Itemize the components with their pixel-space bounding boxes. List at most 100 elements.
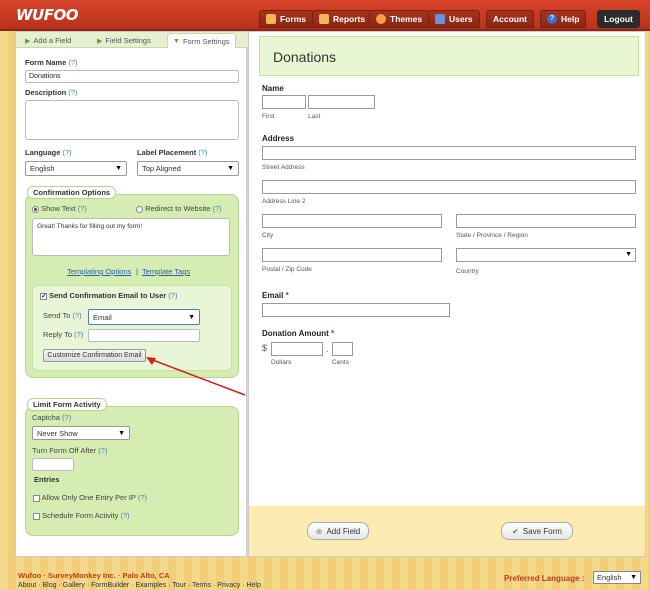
address-label: Address [262,134,295,143]
add-field-button[interactable]: ⊕ Add Field [307,522,369,540]
send-to-label: Send To (?) [43,311,82,320]
footer-company: Wufoo · SurveyMonkey Inc. · Palo Alto, C… [18,571,170,580]
tab-add-field-label: Add a Field [33,36,72,45]
street-address-label: Street Address [262,164,305,171]
play-icon: ▶ [25,37,31,45]
template-tags-link[interactable]: Template Tags [142,267,190,276]
forms-icon [266,14,276,24]
form-header: Donations [259,36,639,76]
description-textarea[interactable] [25,100,239,140]
country-label: Country [456,268,479,275]
confirmation-message-textarea[interactable]: Great! Thanks for filling out my form! [32,218,230,256]
address-line2-label: Address Line 2 [262,198,306,205]
tab-add-field[interactable]: ▶ Add a Field [20,33,76,48]
first-name-input[interactable] [262,95,306,109]
country-select[interactable]: ▼ [456,248,636,262]
dollars-input[interactable] [271,342,323,356]
nav-forms-label: Forms [280,14,306,24]
name-label: Name [262,84,284,93]
nav-account[interactable]: Account [486,10,534,28]
cents-input[interactable] [332,342,353,356]
form-settings-panel: ▶ Add a Field ▶ Field Settings ▼ Form Se… [15,31,248,557]
decimal-point: . [326,344,329,354]
form-title: Donations [273,49,337,65]
annotation-arrow [146,357,246,396]
preferred-language-value: English [597,573,622,582]
zip-label: Postal / Zip Code [262,266,312,273]
footer-links[interactable]: About · Blog · Gallery · FormBuilder · E… [18,582,261,589]
nav-themes[interactable]: Themes [369,10,430,28]
nav-reports[interactable]: Reports [312,10,373,28]
language-select[interactable]: English ▼ [25,161,127,176]
last-name-input[interactable] [308,95,375,109]
cents-label: Cents [332,359,349,366]
top-bar: WUFOO Forms Reports Themes Users Account… [0,0,650,31]
chevron-down-icon: ▼ [630,574,637,581]
dollars-label: Dollars [271,359,292,366]
state-label: State / Province / Region [456,232,528,239]
link-separator: | [136,267,138,276]
zip-input[interactable] [262,248,442,262]
chevron-down-icon: ▼ [173,37,180,45]
users-icon [435,14,445,24]
themes-icon [376,14,386,24]
tab-field-settings-label: Field Settings [105,36,151,45]
city-input[interactable] [262,214,442,228]
nav-forms[interactable]: Forms [259,10,313,28]
wufoo-logo[interactable]: WUFOO [16,6,78,24]
checkbox-checked-icon: ✓ [40,292,47,300]
form-name-label: Form Name (?) [25,58,78,67]
redirect-radio[interactable]: Redirect to Website (?) [136,204,222,213]
chevron-down-icon: ▼ [115,165,122,172]
send-confirmation-email-checkbox[interactable]: ✓ Send Confirmation Email to User (?) [40,291,177,300]
preferred-language-select[interactable]: English ▼ [593,571,641,584]
schedule-activity-checkbox[interactable]: Schedule Form Activity (?) [33,511,130,520]
checkbox-icon [33,512,40,520]
turn-form-off-input[interactable] [32,458,74,471]
tab-form-settings-label: Form Settings [182,36,230,46]
send-to-select[interactable]: Email ▼ [88,309,200,325]
nav-help[interactable]: ? Help [540,10,587,28]
last-label: Last [308,113,321,120]
label-placement-select[interactable]: Top Aligned ▼ [137,161,239,176]
reply-to-input[interactable] [88,329,200,342]
language-label: Language (?) [25,148,72,157]
chevron-down-icon: ▼ [625,251,632,258]
nav-help-label: Help [561,14,580,24]
preferred-language-label: Preferred Language : [504,574,585,583]
state-input[interactable] [456,214,636,228]
reports-icon [319,14,329,24]
street-address-input[interactable] [262,146,636,160]
nav-users[interactable]: Users [428,10,480,28]
first-label: First [262,113,275,120]
nav-account-label: Account [493,14,527,24]
send-to-value: Email [93,312,112,322]
tab-field-settings[interactable]: ▶ Field Settings [92,33,156,48]
checkbox-icon [33,494,40,502]
label-placement-label: Label Placement (?) [137,148,208,157]
currency-symbol: $ [262,343,268,353]
description-label: Description (?) [25,88,78,97]
entries-label: Entries [34,475,60,484]
confirmation-options-title: Confirmation Options [27,186,117,199]
save-form-button[interactable]: ✔ Save Form [501,522,573,540]
templating-options-link[interactable]: Templating Options [67,267,131,276]
address-line2-input[interactable] [262,180,636,194]
chevron-down-icon: ▼ [188,313,195,321]
captcha-select[interactable]: Never Show ▼ [32,426,130,440]
email-label: Email * [262,291,289,300]
one-entry-checkbox[interactable]: Allow Only One Entry Per IP (?) [33,493,147,502]
tab-form-settings[interactable]: ▼ Form Settings [167,33,236,48]
language-select-value: English [30,164,55,173]
nav-themes-label: Themes [390,14,423,24]
email-input[interactable] [262,303,450,317]
form-name-input[interactable]: Donations [25,70,239,83]
arrow-line [149,358,246,396]
customize-confirmation-email-button[interactable]: Customize Confirmation Email [43,349,146,362]
logout-button[interactable]: Logout [597,10,640,28]
show-text-radio[interactable]: Show Text (?) [32,204,87,213]
label-placement-value: Top Aligned [142,164,181,173]
add-field-label: Add Field [326,526,361,536]
radio-icon [136,205,143,213]
chevron-down-icon: ▼ [227,165,234,172]
